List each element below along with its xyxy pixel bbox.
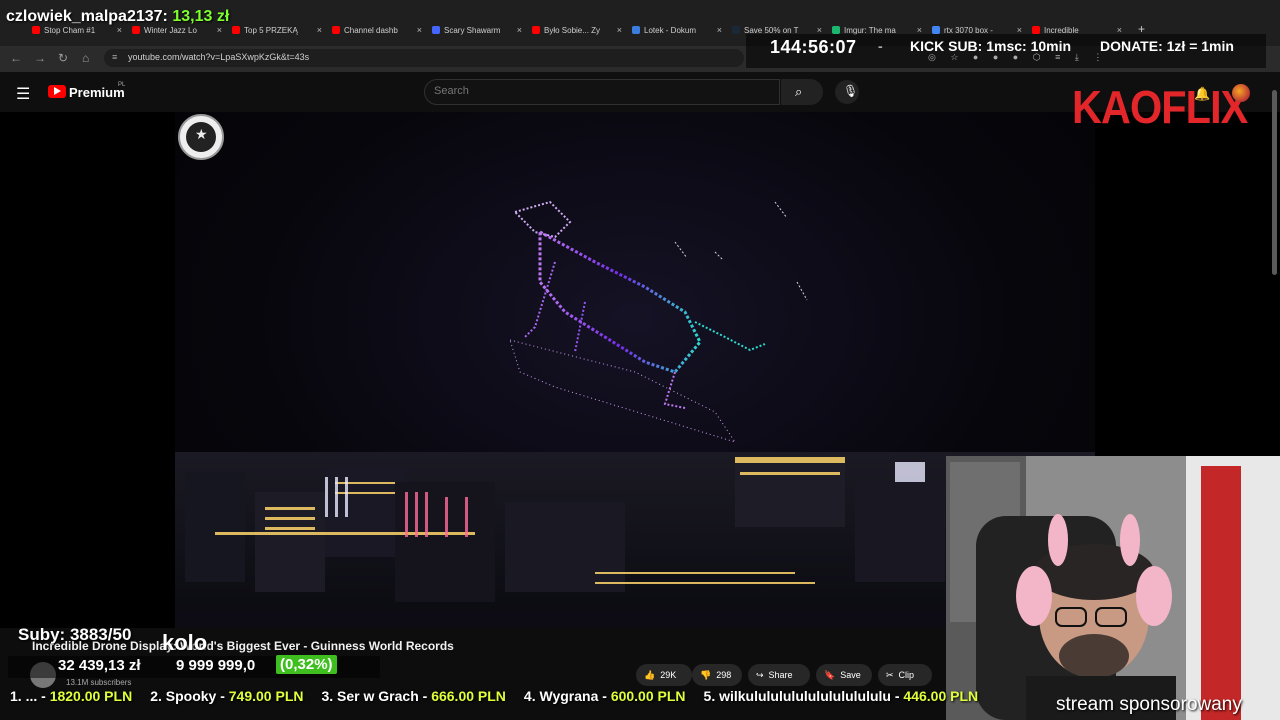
ticker-rank: 3. Ser w Grach - <box>321 688 428 704</box>
tab-label: Channel dashb <box>344 25 398 35</box>
donor-overlay: czlowiek_malpa2137: 13,13 zł <box>6 8 229 26</box>
close-tab-icon[interactable]: × <box>617 25 622 35</box>
donation-goal: 9 999 999,0 <box>176 657 256 674</box>
browser-tab[interactable]: Top 5 PRZEKĄ × <box>228 22 328 38</box>
url-text: youtube.com/watch?v=LpaSXwpKzGk&t=43s <box>128 52 310 62</box>
play-icon <box>54 87 61 95</box>
tab-favicon-icon <box>132 26 140 34</box>
extensions-icon[interactable]: ◎ ☆ ● ● ● ⬡ ≡ ⤓ ⋮ <box>928 52 1108 63</box>
save-button[interactable]: 🔖 Save <box>816 664 872 686</box>
search-input[interactable] <box>434 85 764 97</box>
bell-icon[interactable]: 🔔 <box>1194 86 1210 102</box>
ticker-item: 3. Ser w Grach - 666.00 PLN <box>321 688 505 704</box>
ticker-item: 5. wilkulululululululululululu - 446.00 … <box>704 688 979 704</box>
kaoflix-logo: KAOFLIX <box>1072 81 1248 133</box>
stream-timer: 144:56:07 <box>770 37 857 57</box>
timer-separator: - <box>878 38 883 54</box>
site-info-icon[interactable]: ≡ <box>112 52 117 62</box>
tab-favicon-icon <box>832 26 840 34</box>
bookmark-icon: 🔖 <box>824 669 836 680</box>
ticker-rank: 5. wilkulululululululululululu - <box>703 688 900 704</box>
back-icon[interactable]: ← <box>10 51 22 65</box>
clip-button[interactable]: ✂ Clip <box>878 664 932 686</box>
premium-label[interactable]: Premium <box>69 85 125 100</box>
ticker-amount: 446.00 PLN <box>903 688 979 704</box>
subscriber-count: 13.1M subscribers <box>66 678 132 687</box>
ticker-amount: 1820.00 PLN <box>49 688 133 704</box>
share-label: Share <box>768 670 793 680</box>
sponsor-label: stream sponsorowany <box>1056 694 1242 715</box>
donation-ticker: 1. ... - 1820.00 PLN 2. Spooky - 749.00 P… <box>0 688 1080 710</box>
avatar[interactable] <box>1232 84 1250 102</box>
ticker-item: 1. ... - 1820.00 PLN <box>10 688 132 704</box>
webcam-scene <box>946 456 1280 720</box>
tab-favicon-icon <box>32 26 40 34</box>
home-icon[interactable]: ⌂ <box>82 51 89 65</box>
forward-icon[interactable]: → <box>34 51 46 65</box>
tab-label: Było Sobie... Zy <box>544 25 601 35</box>
donor-amount: 13,13 zł <box>172 8 230 25</box>
ticker-amount: 749.00 PLN <box>228 688 304 704</box>
dislike-count: 298 <box>716 670 732 680</box>
donor-name: czlowiek_malpa2137: <box>6 8 168 25</box>
kolo-label: kolo <box>162 630 208 655</box>
tab-label: Stop Cham #1 <box>44 25 96 35</box>
tab-label: Top 5 PRZEKĄ <box>244 25 298 35</box>
ticker-rank: 1. ... - <box>10 688 46 704</box>
close-tab-icon[interactable]: × <box>317 25 322 35</box>
like-button[interactable]: 👍 29K <box>636 664 692 686</box>
ticker-item: 4. Wygrana - 600.00 PLN <box>524 688 686 704</box>
dislike-button[interactable]: 👎 298 <box>692 664 742 686</box>
ticker-item: 2. Spooky - 749.00 PLN <box>150 688 303 704</box>
browser-tab[interactable]: Lotek - Dokum × <box>628 22 728 38</box>
close-tab-icon[interactable]: × <box>117 25 122 35</box>
donation-total: 32 439,13 zł <box>58 657 141 674</box>
close-tab-icon[interactable]: × <box>417 25 422 35</box>
region-label: PL <box>118 82 126 88</box>
browser-tab[interactable]: Było Sobie... Zy × <box>528 22 628 38</box>
ticker-amount: 666.00 PLN <box>431 688 506 704</box>
close-tab-icon[interactable]: × <box>717 25 722 35</box>
reload-icon[interactable]: ↻ <box>58 51 68 65</box>
close-tab-icon[interactable]: × <box>217 25 222 35</box>
tab-favicon-icon <box>332 26 340 34</box>
mic-icon[interactable]: 🎙 <box>843 84 858 98</box>
share-button[interactable]: ↪ Share <box>748 664 810 686</box>
share-icon: ↪ <box>756 669 764 680</box>
search-icon[interactable]: ⌕ <box>795 84 802 100</box>
save-label: Save <box>840 670 861 680</box>
thumbs-down-icon: 👎 <box>700 669 712 680</box>
webcam-feed <box>946 456 1280 720</box>
tab-favicon-icon <box>1032 26 1040 34</box>
guinness-star-icon: ★ <box>195 126 208 142</box>
ticker-amount: 600.00 PLN <box>610 688 686 704</box>
donate-info: DONATE: 1zł = 1min <box>1100 38 1234 54</box>
like-count: 29K <box>660 670 677 680</box>
browser-tab[interactable]: Channel dashb × <box>328 22 428 38</box>
tab-favicon-icon <box>532 26 540 34</box>
tab-favicon-icon <box>732 26 740 34</box>
tab-label: Lotek - Dokum <box>644 25 697 35</box>
tab-label: Scary Shawarm <box>444 25 501 35</box>
scissors-icon: ✂ <box>886 669 894 680</box>
ticker-rank: 4. Wygrana - <box>523 688 607 704</box>
drone-tiger <box>509 200 808 443</box>
thumbs-up-icon: 👍 <box>644 669 656 680</box>
clip-label: Clip <box>898 670 915 680</box>
browser-tab[interactable]: Scary Shawarm × <box>428 22 528 38</box>
subs-goal: Suby: 3883/50 <box>18 625 132 644</box>
tab-label: Winter Jazz Lo <box>144 25 197 35</box>
tab-favicon-icon <box>432 26 440 34</box>
menu-icon[interactable]: ☰ <box>16 84 30 104</box>
tab-favicon-icon <box>932 26 940 34</box>
ticker-rank: 2. Spooky - <box>150 688 225 704</box>
tab-favicon-icon <box>632 26 640 34</box>
scrollbar[interactable] <box>1272 90 1277 275</box>
donation-percent: (0,32%) <box>276 655 337 674</box>
close-tab-icon[interactable]: × <box>517 25 522 35</box>
tab-favicon-icon <box>232 26 240 34</box>
